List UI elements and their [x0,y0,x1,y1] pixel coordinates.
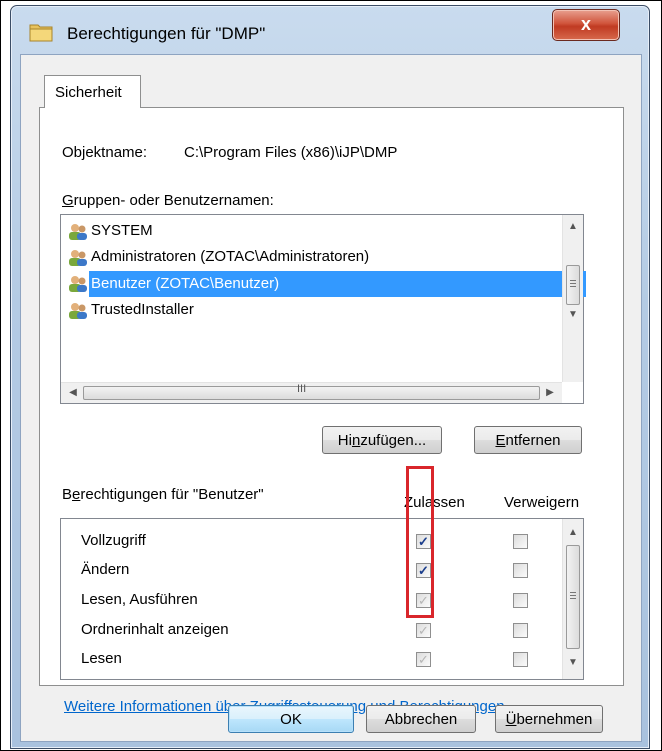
list-item[interactable]: TrustedInstaller [67,298,547,324]
scroll-up-icon[interactable]: ▲ [563,217,583,237]
scroll-down-icon[interactable]: ▼ [563,653,583,673]
deny-checkbox[interactable] [513,563,528,578]
list-item[interactable]: SYSTEM [67,219,547,245]
groups-listbox[interactable]: SYSTEM Administratoren (ZOTAC\Administra… [60,214,586,404]
user-group-icon [69,250,87,266]
permissions-vertical-scrollbar[interactable]: ▲ ▼ [562,519,583,679]
highlight-frame [406,466,434,618]
deny-checkbox[interactable] [513,593,528,608]
object-name-label: Objektname: [62,144,148,161]
scroll-right-icon[interactable]: ▶ [540,383,560,403]
user-group-icon [69,224,87,240]
cancel-button[interactable]: Abbrechen [366,705,476,733]
folder-icon [29,24,53,42]
add-button[interactable]: Hinzufügen... [322,426,442,454]
object-name-value: C:\Program Files (x86)\iJP\DMP [184,144,398,161]
scroll-up-icon[interactable]: ▲ [563,523,583,543]
permission-row: Vollzugriff ✓ [61,527,561,557]
list-item[interactable]: Administratoren (ZOTAC\Administratoren) [67,245,547,271]
deny-checkbox[interactable] [513,623,528,638]
tab-security[interactable]: Sicherheit [44,75,141,108]
permission-row [61,675,561,679]
security-tab-panel: Objektname: C:\Program Files (x86)\iJP\D… [39,107,624,715]
groups-vertical-scrollbar[interactable]: ▲ ▼ [562,215,583,382]
title-bar[interactable]: Berechtigungen für "DMP" x [11,6,649,54]
close-button[interactable]: x [552,9,620,41]
user-group-icon [69,303,87,319]
remove-button[interactable]: Entfernen [474,426,582,454]
permission-row: Ordnerinhalt anzeigen ✓ [61,616,561,646]
apply-button[interactable]: Übernehmen [495,705,603,733]
scroll-left-icon[interactable]: ◀ [63,383,83,403]
scroll-thumb-horizontal[interactable]: III [83,383,540,400]
scroll-down-icon[interactable]: ▼ [563,305,583,325]
user-group-icon [69,276,87,292]
permissions-list[interactable]: Vollzugriff ✓ Ändern ✓ Lesen, Ausführen … [60,518,584,680]
ok-button[interactable]: OK [228,705,354,733]
permission-row: Lesen ✓ [61,645,561,675]
deny-column-header: Verweigern [504,494,580,511]
allow-checkbox[interactable]: ✓ [416,623,431,638]
permissions-label: Berechtigungen für "Benutzer" [62,486,264,503]
groups-horizontal-scrollbar[interactable]: ◀ III ▶ [61,382,562,403]
permission-row: Lesen, Ausführen ✓ [61,586,561,616]
permission-row: Ändern ✓ [61,556,561,586]
groups-label: Gruppen- oder Benutzernamen: [62,192,274,209]
scroll-thumb[interactable] [566,265,580,305]
deny-checkbox[interactable] [513,652,528,667]
scroll-thumb[interactable] [566,545,580,649]
deny-checkbox[interactable] [513,534,528,549]
permissions-dialog: Berechtigungen für "DMP" x Sicherheit Ob… [10,5,650,749]
window-title: Berechtigungen für "DMP" [67,24,266,43]
allow-checkbox[interactable]: ✓ [416,652,431,667]
list-item[interactable]: Benutzer (ZOTAC\Benutzer) [67,271,586,297]
dialog-client-area: Sicherheit Objektname: C:\Program Files … [20,54,642,742]
